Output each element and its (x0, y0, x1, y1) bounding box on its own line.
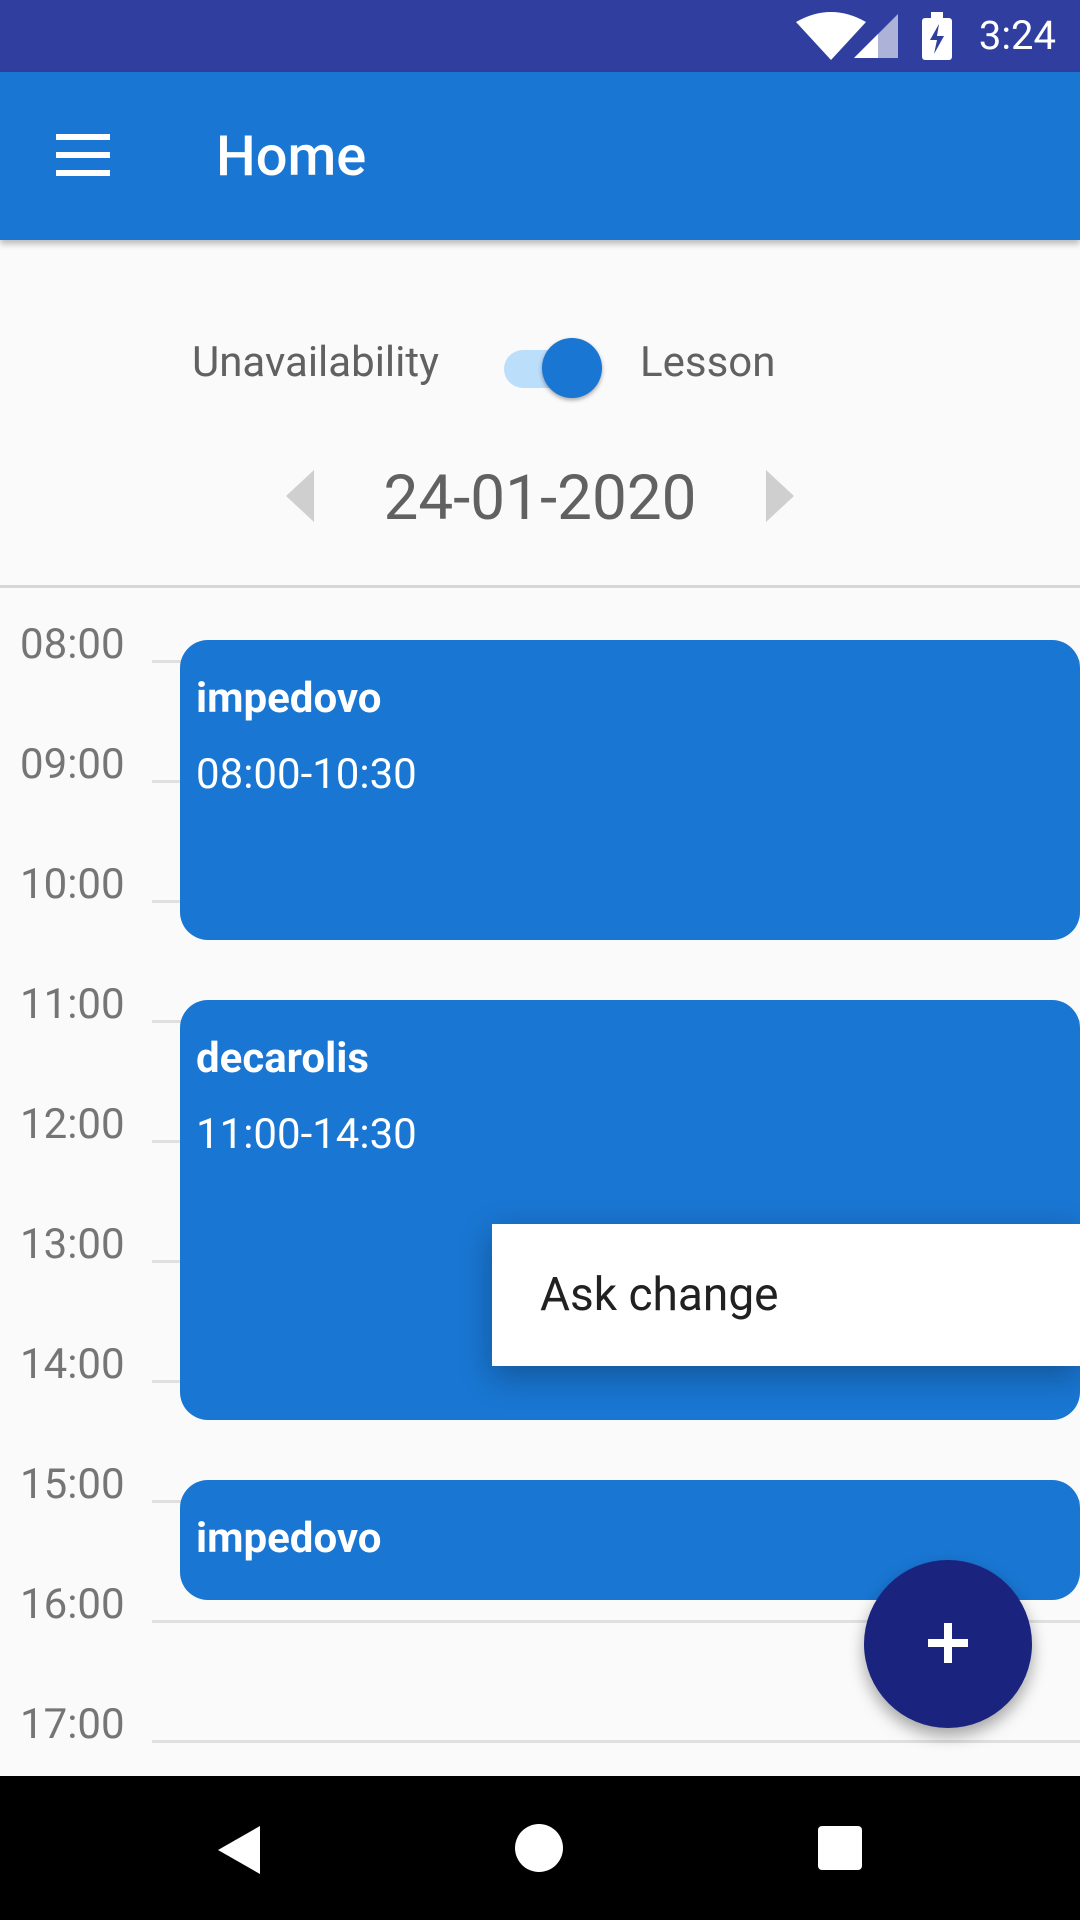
event-name: decarolis (196, 1034, 369, 1083)
event-name: impedovo (196, 1514, 382, 1563)
hour-label: 15:00 (20, 1460, 125, 1509)
hour-label: 17:00 (20, 1700, 125, 1749)
mode-toggle-row: Unavailability Lesson (0, 320, 1080, 400)
hour-label: 13:00 (20, 1220, 125, 1269)
cellular-signal-icon (854, 14, 898, 58)
hour-label: 14:00 (20, 1340, 125, 1389)
app-bar: Home (0, 72, 1080, 240)
hour-label: 16:00 (20, 1580, 125, 1629)
event-card-impedovo[interactable]: impedovo 08:00-10:30 (180, 640, 1080, 940)
context-menu: Ask change (492, 1224, 1080, 1366)
menu-item-ask-change[interactable]: Ask change (540, 1268, 779, 1322)
event-name: impedovo (196, 674, 382, 723)
event-time-range: 11:00-14:30 (196, 1110, 417, 1159)
toggle-label-unavailability: Unavailability (192, 338, 439, 387)
next-day-icon[interactable] (766, 470, 794, 522)
system-nav-bar (0, 1776, 1080, 1920)
home-icon[interactable] (515, 1824, 563, 1872)
hour-label: 11:00 (20, 980, 125, 1029)
hour-label: 08:00 (20, 620, 125, 669)
battery-charging-icon (922, 12, 952, 60)
date-navigator: 24-01-2020 (0, 450, 1080, 550)
back-icon[interactable] (218, 1826, 260, 1874)
hamburger-menu-icon[interactable] (48, 128, 118, 184)
divider (0, 585, 1080, 588)
toggle-label-lesson: Lesson (640, 338, 776, 387)
mode-switch[interactable] (500, 330, 602, 398)
current-date: 24-01-2020 (383, 462, 697, 535)
page-title: Home (216, 123, 367, 189)
add-button[interactable] (864, 1560, 1032, 1728)
hour-label: 12:00 (20, 1100, 125, 1149)
hour-label: 09:00 (20, 740, 125, 789)
status-time: 3:24 (978, 12, 1056, 59)
switch-thumb (542, 338, 602, 398)
recent-apps-icon[interactable] (818, 1826, 862, 1870)
event-time-range: 08:00-10:30 (196, 750, 417, 799)
hour-label: 10:00 (20, 860, 125, 909)
status-bar: 3:24 (0, 0, 1080, 72)
